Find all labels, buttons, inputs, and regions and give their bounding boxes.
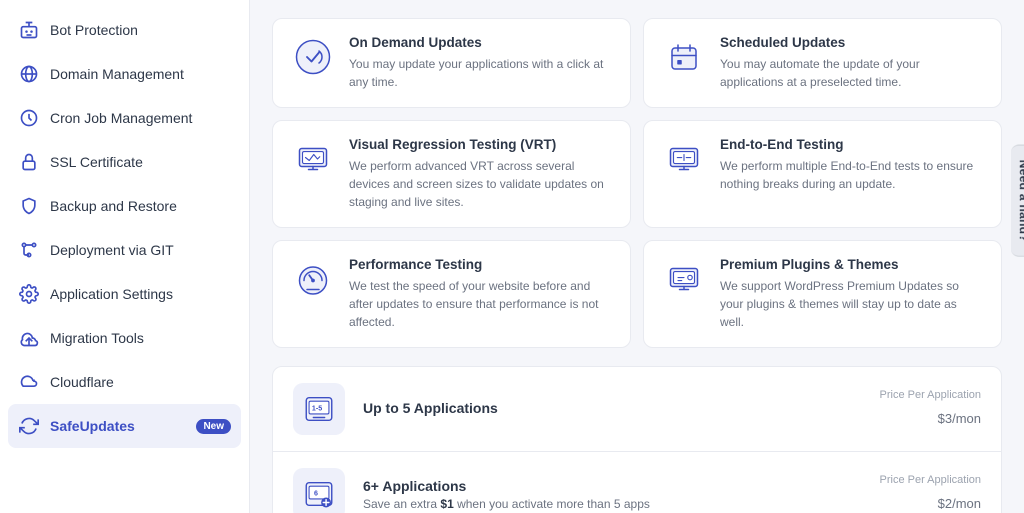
end-to-end-icon — [662, 137, 706, 181]
sidebar-item-domain-management[interactable]: Domain Management — [0, 52, 249, 96]
card-content-vrt: Visual Regression Testing (VRT) We perfo… — [349, 137, 612, 211]
sidebar-item-label: Migration Tools — [50, 330, 144, 346]
sidebar-item-ssl[interactable]: SSL Certificate — [0, 140, 249, 184]
sidebar-item-label: Domain Management — [50, 66, 184, 82]
sidebar-item-app-settings[interactable]: Application Settings — [0, 272, 249, 316]
vrt-icon — [291, 137, 335, 181]
pricing-info-6-plus: 6+ Applications Save an extra $1 when yo… — [363, 478, 862, 511]
card-description: We perform advanced VRT across several d… — [349, 157, 612, 211]
pricing-price-label: Price Per Application — [880, 389, 982, 401]
card-title: Premium Plugins & Themes — [720, 257, 983, 272]
pricing-section: 1-5 Up to 5 Applications Price Per Appli… — [272, 366, 1002, 513]
pricing-info-1-5: Up to 5 Applications — [363, 400, 862, 419]
card-title: Visual Regression Testing (VRT) — [349, 137, 612, 152]
card-title: On Demand Updates — [349, 35, 612, 50]
card-description: We perform multiple End-to-End tests to … — [720, 157, 983, 193]
pricing-badge-1-5: 1-5 — [293, 383, 345, 435]
pricing-amount: $2/mon — [880, 488, 982, 513]
pricing-title: Up to 5 Applications — [363, 400, 862, 416]
pricing-description: Save an extra $1 when you activate more … — [363, 497, 862, 511]
card-description: You may update your applications with a … — [349, 55, 612, 91]
card-scheduled-updates: Scheduled Updates You may automate the u… — [643, 18, 1002, 108]
card-performance-testing: Performance Testing We test the speed of… — [272, 240, 631, 348]
svg-text:6: 6 — [314, 489, 318, 497]
cloud-icon — [18, 371, 40, 393]
new-badge: New — [196, 419, 231, 434]
shield-icon — [18, 195, 40, 217]
cloud-upload-icon — [18, 327, 40, 349]
card-description: You may automate the update of your appl… — [720, 55, 983, 91]
sidebar-item-label: Backup and Restore — [50, 198, 177, 214]
card-premium-plugins: Premium Plugins & Themes We support Word… — [643, 240, 1002, 348]
sidebar-item-migration-tools[interactable]: Migration Tools — [0, 316, 249, 360]
lock-icon — [18, 151, 40, 173]
card-content-perf: Performance Testing We test the speed of… — [349, 257, 612, 331]
pricing-price-6-plus: Price Per Application $2/mon — [880, 474, 982, 513]
card-content-on-demand: On Demand Updates You may update your ap… — [349, 35, 612, 91]
price-value: $2 — [938, 496, 952, 511]
price-period: /mon — [952, 496, 981, 511]
card-vrt: Visual Regression Testing (VRT) We perfo… — [272, 120, 631, 228]
pricing-savings: $1 — [440, 497, 453, 511]
bot-icon — [18, 19, 40, 41]
performance-icon — [291, 257, 335, 301]
pricing-title: 6+ Applications — [363, 478, 862, 494]
card-content-e2e: End-to-End Testing We perform multiple E… — [720, 137, 983, 193]
card-description: We test the speed of your website before… — [349, 277, 612, 331]
card-title: End-to-End Testing — [720, 137, 983, 152]
svg-text:1-5: 1-5 — [312, 404, 322, 412]
pricing-price-1-5: Price Per Application $3/mon — [880, 389, 982, 429]
pricing-badge-6-plus: 6 — [293, 468, 345, 513]
card-title: Scheduled Updates — [720, 35, 983, 50]
sidebar-item-label: Application Settings — [50, 286, 173, 302]
card-content-scheduled: Scheduled Updates You may automate the u… — [720, 35, 983, 91]
sidebar-item-label: Cloudflare — [50, 374, 114, 390]
globe-icon — [18, 63, 40, 85]
sidebar-item-bot-protection[interactable]: Bot Protection — [0, 8, 249, 52]
card-title: Performance Testing — [349, 257, 612, 272]
card-content-premium: Premium Plugins & Themes We support Word… — [720, 257, 983, 331]
sidebar-item-deployment-git[interactable]: Deployment via GIT — [0, 228, 249, 272]
pricing-price-label: Price Per Application — [880, 474, 982, 486]
sidebar-item-cloudflare[interactable]: Cloudflare — [0, 360, 249, 404]
card-end-to-end: End-to-End Testing We perform multiple E… — [643, 120, 1002, 228]
plugins-icon — [662, 257, 706, 301]
price-value: $3 — [938, 411, 952, 426]
gear-icon — [18, 283, 40, 305]
card-on-demand-updates: On Demand Updates You may update your ap… — [272, 18, 631, 108]
sidebar-item-label: Cron Job Management — [50, 110, 192, 126]
main-content: On Demand Updates You may update your ap… — [250, 0, 1024, 513]
sidebar: Bot Protection Domain Management Cron Jo… — [0, 0, 250, 513]
pricing-row-1-5: 1-5 Up to 5 Applications Price Per Appli… — [273, 367, 1001, 451]
card-description: We support WordPress Premium Updates so … — [720, 277, 983, 331]
sidebar-item-label: SafeUpdates — [50, 418, 135, 434]
sidebar-item-cron-job[interactable]: Cron Job Management — [0, 96, 249, 140]
sidebar-item-backup-restore[interactable]: Backup and Restore — [0, 184, 249, 228]
need-a-hand-tab[interactable]: Need a hand? — [1011, 144, 1024, 256]
sidebar-item-safeupdates[interactable]: SafeUpdates New — [8, 404, 241, 448]
git-icon — [18, 239, 40, 261]
sidebar-item-label: SSL Certificate — [50, 154, 143, 170]
scheduled-updates-icon — [662, 35, 706, 79]
price-period: /mon — [952, 411, 981, 426]
on-demand-updates-icon — [291, 35, 335, 79]
refresh-icon — [18, 415, 40, 437]
sidebar-item-label: Deployment via GIT — [50, 242, 174, 258]
pricing-row-6-plus: 6 6+ Applications Save an extra $1 when … — [273, 451, 1001, 513]
pricing-amount: $3/mon — [880, 403, 982, 429]
feature-cards-grid: On Demand Updates You may update your ap… — [272, 18, 1002, 348]
clock-icon — [18, 107, 40, 129]
sidebar-item-label: Bot Protection — [50, 22, 138, 38]
